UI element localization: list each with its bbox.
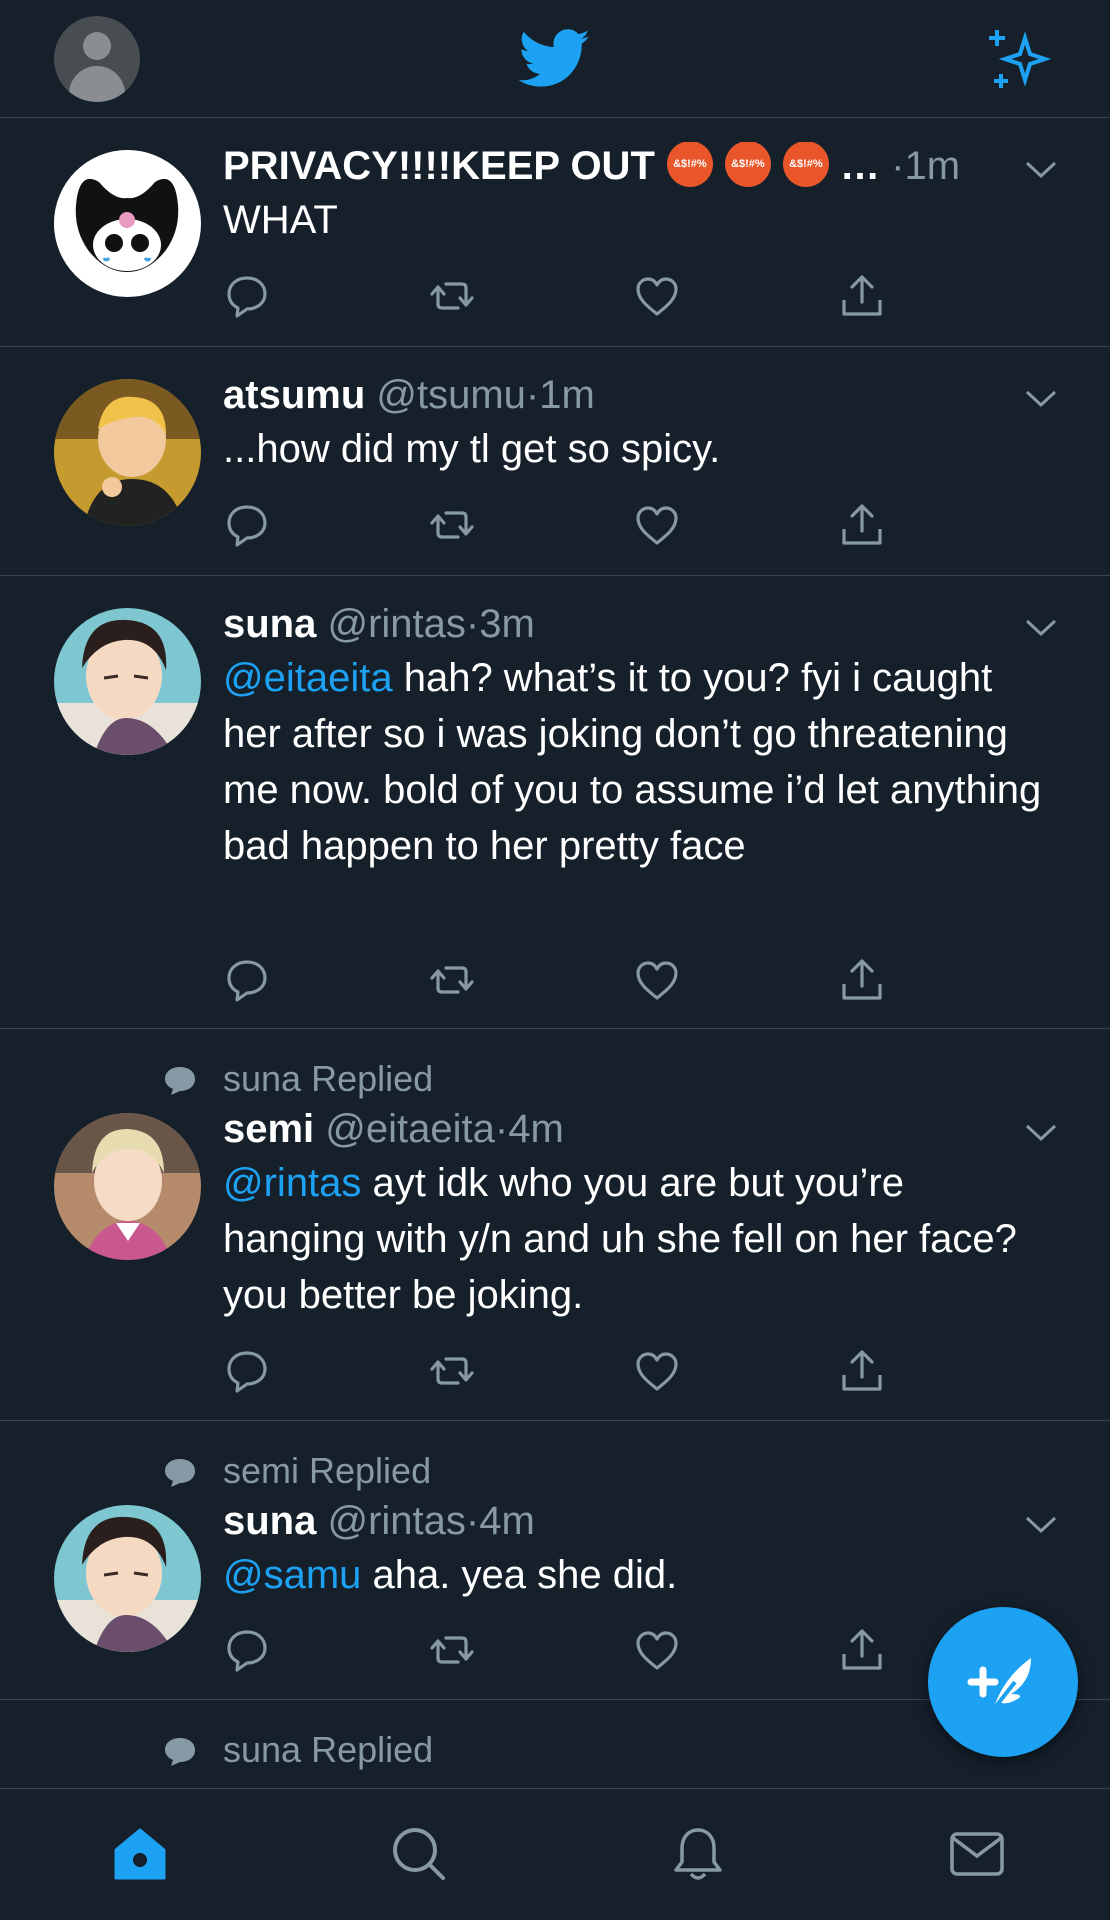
tweet-time[interactable]: 4m <box>508 1107 564 1151</box>
tweet-text: @samu aha. yea she did. <box>223 1553 678 1597</box>
retweet-icon[interactable] <box>428 501 476 549</box>
tweet-text: ...how did my tl get so spicy. <box>223 427 721 471</box>
mention-link[interactable]: @eitaeita <box>223 656 393 700</box>
name-ellipsis: … <box>840 144 880 188</box>
angry-face-emoji: &$!#% <box>724 142 771 188</box>
messages-icon[interactable] <box>947 1824 1007 1884</box>
chevron-down-icon[interactable] <box>1024 1515 1058 1535</box>
sparkle-icon[interactable] <box>985 26 1053 92</box>
like-icon[interactable] <box>633 956 681 1004</box>
separator-dot: · <box>494 1107 509 1151</box>
bottom-nav <box>0 1788 1110 1920</box>
user-avatar[interactable] <box>54 608 201 755</box>
mention-link[interactable]: @rintas <box>223 1161 361 1205</box>
tweet-actions <box>223 1626 903 1674</box>
chevron-down-icon[interactable] <box>1024 1123 1058 1143</box>
angry-face-emoji: &$!#% <box>666 142 713 188</box>
separator-dot: · <box>465 1499 480 1543</box>
like-icon[interactable] <box>633 501 681 549</box>
tweet[interactable]: atsumu @tsumu·1m ...how did my tl get so… <box>0 347 1110 576</box>
replied-context[interactable]: suna Replied <box>223 1059 433 1099</box>
replied-context[interactable]: semi Replied <box>223 1451 431 1491</box>
reply-bubble-icon <box>165 1067 195 1095</box>
share-icon[interactable] <box>838 1626 886 1674</box>
separator-dot: · <box>891 144 905 188</box>
reply-icon[interactable] <box>223 501 271 549</box>
search-icon[interactable] <box>389 1824 449 1884</box>
display-name[interactable]: suna <box>223 1499 316 1543</box>
top-bar <box>0 0 1110 118</box>
user-handle[interactable]: @eitaeita <box>325 1107 495 1151</box>
tweet-time[interactable]: 1m <box>904 144 960 188</box>
tweet-time[interactable]: 1m <box>539 373 595 417</box>
mention-link[interactable]: @samu <box>223 1553 361 1597</box>
share-icon[interactable] <box>838 272 886 320</box>
tweet-text: @rintas ayt idk who you are but you’re h… <box>223 1161 1017 1317</box>
separator-dot: · <box>465 602 480 646</box>
angry-face-emoji: &$!#% <box>782 142 829 188</box>
profile-avatar-button[interactable] <box>54 16 140 102</box>
user-handle[interactable]: @rintas <box>327 1499 465 1543</box>
tweet-actions <box>223 272 903 320</box>
reply-icon[interactable] <box>223 1626 271 1674</box>
twitter-bird-icon[interactable] <box>519 28 591 90</box>
tweet[interactable]: PRIVACY!!!!KEEP OUT &$!#% &$!#% &$!#% … ·1m… <box>0 118 1110 347</box>
tweet[interactable]: suna @rintas·3m @eitaeita hah? what’s it… <box>0 576 1110 1029</box>
like-icon[interactable] <box>633 1347 681 1395</box>
tweet-text: @eitaeita hah? what’s it to you? fyi i c… <box>223 656 1042 868</box>
like-icon[interactable] <box>633 272 681 320</box>
display-name[interactable]: suna <box>223 602 316 646</box>
share-icon[interactable] <box>838 956 886 1004</box>
display-name[interactable]: atsumu <box>223 373 365 417</box>
share-icon[interactable] <box>838 1347 886 1395</box>
user-avatar[interactable] <box>54 1505 201 1652</box>
tweet[interactable]: suna Replied semi @eitaeita·4m @rintas a… <box>0 1029 1110 1421</box>
reply-icon[interactable] <box>223 272 271 320</box>
timeline-feed: PRIVACY!!!!KEEP OUT &$!#% &$!#% &$!#% … ·1m… <box>0 118 1110 1788</box>
home-icon[interactable] <box>110 1824 170 1884</box>
share-icon[interactable] <box>838 501 886 549</box>
separator-dot: · <box>525 373 540 417</box>
tweet-time[interactable]: 3m <box>479 602 535 646</box>
reply-icon[interactable] <box>223 956 271 1004</box>
retweet-icon[interactable] <box>428 1626 476 1674</box>
chevron-down-icon[interactable] <box>1024 160 1058 180</box>
compose-tweet-button[interactable] <box>928 1607 1078 1757</box>
compose-tweet-icon <box>967 1658 1031 1712</box>
tweet-time[interactable]: 4m <box>479 1499 535 1543</box>
notifications-icon[interactable] <box>668 1824 728 1884</box>
reply-bubble-icon <box>165 1738 195 1766</box>
tweet-text: WHAT <box>223 198 338 242</box>
display-name[interactable]: semi <box>223 1107 314 1151</box>
user-avatar[interactable] <box>54 150 201 297</box>
like-icon[interactable] <box>633 1626 681 1674</box>
retweet-icon[interactable] <box>428 272 476 320</box>
retweet-icon[interactable] <box>428 1347 476 1395</box>
user-avatar[interactable] <box>54 1113 201 1260</box>
chevron-down-icon[interactable] <box>1024 618 1058 638</box>
user-handle[interactable]: @tsumu <box>376 373 526 417</box>
reply-icon[interactable] <box>223 1347 271 1395</box>
retweet-icon[interactable] <box>428 956 476 1004</box>
replied-context[interactable]: suna Replied <box>223 1730 433 1770</box>
display-name[interactable]: PRIVACY!!!!KEEP OUT <box>223 144 655 188</box>
user-avatar[interactable] <box>54 379 201 526</box>
tweet-actions <box>223 501 903 549</box>
tweet-actions <box>223 956 903 1004</box>
tweet-actions <box>223 1347 903 1395</box>
user-handle[interactable]: @rintas <box>327 602 465 646</box>
chevron-down-icon[interactable] <box>1024 389 1058 409</box>
reply-bubble-icon <box>165 1459 195 1487</box>
